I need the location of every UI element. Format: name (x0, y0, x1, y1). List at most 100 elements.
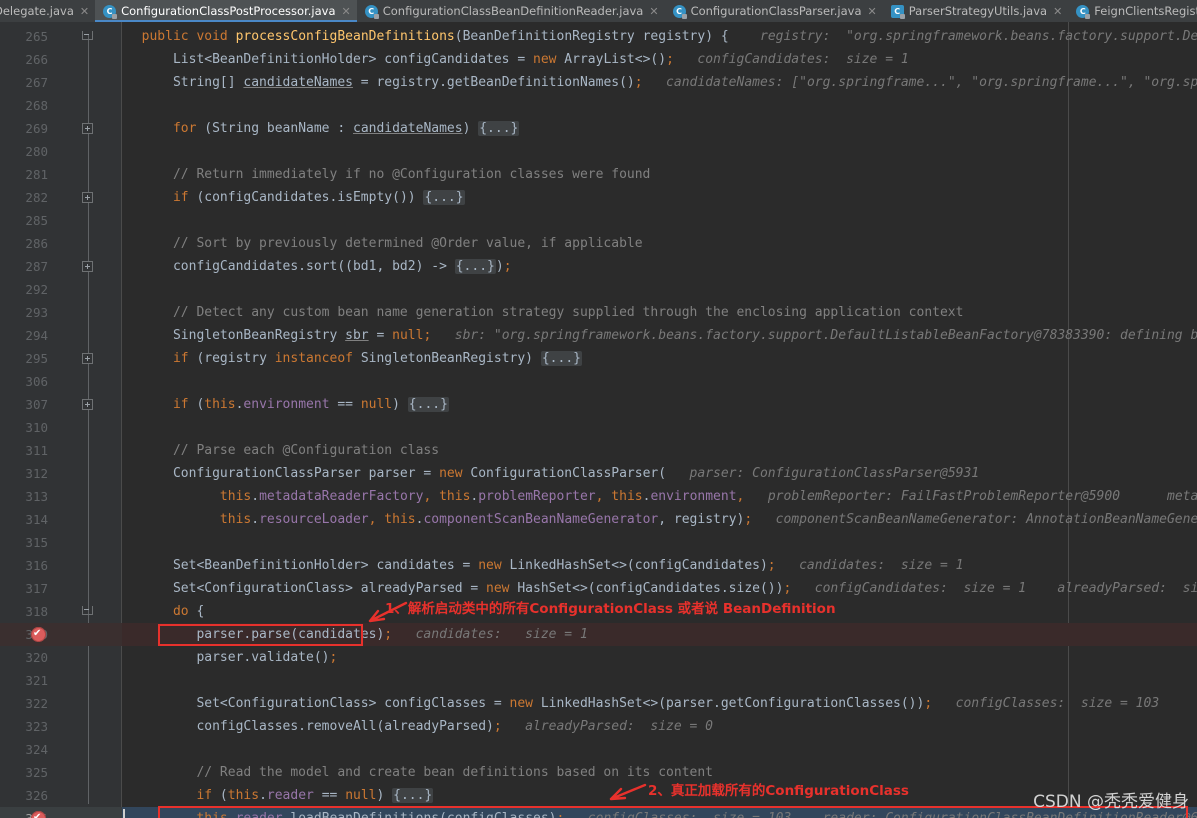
code-text[interactable]: ConfigurationClassParser parser = new Co… (126, 462, 979, 485)
code-text[interactable]: // Sort by previously determined @Order … (126, 232, 643, 255)
code-text[interactable]: configCandidates.sort((bd1, bd2) -> {...… (126, 255, 512, 278)
code-token-kw: null (392, 328, 424, 343)
tab-close-icon[interactable]: ✕ (342, 6, 351, 17)
code-line[interactable]: 294 SingletonBeanRegistry sbr = null; sb… (0, 324, 1197, 347)
code-line[interactable]: 280 (0, 140, 1197, 163)
fold-expand-icon[interactable] (82, 353, 93, 364)
line-number: 292 (25, 282, 48, 297)
code-line[interactable]: 314 this.resourceLoader, this.componentS… (0, 508, 1197, 531)
code-line[interactable]: 292 (0, 278, 1197, 301)
code-token-fld: metadataReaderFactory (259, 489, 424, 504)
code-line[interactable]: 313 this.metadataReaderFactory, this.pro… (0, 485, 1197, 508)
code-line[interactable]: 321 (0, 669, 1197, 692)
code-text[interactable]: do { (126, 600, 204, 623)
line-number: 320 (25, 650, 48, 665)
code-line[interactable]: 282 if (configCandidates.isEmpty()) {...… (0, 186, 1197, 209)
code-text[interactable]: // Detect any custom bean name generatio… (126, 301, 964, 324)
code-token-kw: new (509, 696, 533, 711)
code-token-pl: . (251, 489, 260, 504)
code-text[interactable]: if (registry instanceof SingletonBeanReg… (126, 347, 582, 370)
code-text[interactable]: List<BeanDefinitionHolder> configCandida… (126, 48, 909, 71)
code-text[interactable]: String[] candidateNames = registry.getBe… (126, 71, 1197, 94)
code-line[interactable]: 268 (0, 94, 1197, 117)
code-line[interactable]: 265 public void processConfigBeanDefinit… (0, 25, 1197, 48)
editor-tab-3[interactable]: C ConfigurationClassParser.java ✕ (664, 0, 883, 22)
fold-collapse-icon[interactable] (82, 606, 93, 617)
fold-expand-icon[interactable] (82, 123, 93, 134)
breakpoint-verified-icon[interactable] (31, 626, 46, 642)
code-text[interactable]: Set<BeanDefinitionHolder> candidates = n… (126, 554, 964, 577)
code-line[interactable]: 325 // Read the model and create bean de… (0, 761, 1197, 784)
code-line[interactable]: 316 Set<BeanDefinitionHolder> candidates… (0, 554, 1197, 577)
code-line[interactable]: 281 // Return immediately if no @Configu… (0, 163, 1197, 186)
code-text[interactable]: public void processConfigBeanDefinitions… (126, 25, 1197, 48)
code-line[interactable]: 315 (0, 531, 1197, 554)
code-line[interactable]: 293 // Detect any custom bean name gener… (0, 301, 1197, 324)
fold-expand-icon[interactable] (82, 399, 93, 410)
code-line[interactable]: 295 if (registry instanceof SingletonBea… (0, 347, 1197, 370)
code-line[interactable]: 267 String[] candidateNames = registry.g… (0, 71, 1197, 94)
code-text[interactable]: if (this.environment == null) {...} (126, 393, 449, 416)
code-text[interactable]: SingletonBeanRegistry sbr = null; sbr: "… (126, 324, 1197, 347)
code-text[interactable]: // Parse each @Configuration class (126, 439, 439, 462)
fold-collapse-icon[interactable] (82, 31, 93, 42)
code-token-kw: ; (744, 512, 753, 527)
code-token-pl: . (251, 512, 260, 527)
code-text[interactable]: if (this.reader == null) {...} (126, 784, 434, 807)
code-line[interactable]: 326 if (this.reader == null) {...} (0, 784, 1197, 807)
code-token-fld: componentScanBeanNameGenerator (423, 512, 659, 527)
code-text[interactable]: parser.parse(candidates); candidates: si… (126, 623, 588, 646)
code-line[interactable]: 312 ConfigurationClassParser parser = ne… (0, 462, 1197, 485)
code-line[interactable]: 269 for (String beanName : candidateName… (0, 117, 1197, 140)
code-token-kw: this (227, 788, 260, 803)
code-line[interactable]: 331 this.reader.loadBeanDefinitions(conf… (0, 807, 1197, 818)
fold-expand-icon[interactable] (82, 192, 93, 203)
fold-expand-icon[interactable] (82, 261, 93, 272)
code-line[interactable]: 310 (0, 416, 1197, 439)
editor-tab-bar[interactable]: Delegate.java ✕ C ConfigurationClassPostPro… (0, 0, 1197, 22)
code-line[interactable]: 311 // Parse each @Configuration class (0, 439, 1197, 462)
code-text[interactable]: // Return immediately if no @Configurati… (126, 163, 650, 186)
tab-close-icon[interactable]: ✕ (80, 6, 89, 17)
code-text[interactable]: this.resourceLoader, this.componentScanB… (126, 508, 1197, 531)
code-line[interactable]: 306 (0, 370, 1197, 393)
editor-tab-0[interactable]: Delegate.java ✕ (0, 0, 96, 22)
tab-close-icon[interactable]: ✕ (868, 6, 877, 17)
code-text[interactable]: configClasses.removeAll(alreadyParsed); … (126, 715, 713, 738)
line-number: 294 (25, 328, 48, 343)
tab-close-icon[interactable]: ✕ (1053, 6, 1062, 17)
code-text[interactable]: Set<ConfigurationClass> configClasses = … (126, 692, 1159, 715)
code-line[interactable]: 323 configClasses.removeAll(alreadyParse… (0, 715, 1197, 738)
code-line[interactable]: 286 // Sort by previously determined @Or… (0, 232, 1197, 255)
code-text[interactable]: // Read the model and create bean defini… (126, 761, 713, 784)
tab-close-icon[interactable]: ✕ (649, 6, 658, 17)
code-line[interactable]: 322 Set<ConfigurationClass> configClasse… (0, 692, 1197, 715)
editor-tab-2[interactable]: C ConfigurationClassBeanDefinitionReader.… (356, 0, 665, 22)
code-token-pl: ( (212, 788, 228, 803)
code-text[interactable]: if (configCandidates.isEmpty()) {...} (126, 186, 465, 209)
code-line[interactable]: 324 (0, 738, 1197, 761)
code-line[interactable]: 320 parser.validate(); (0, 646, 1197, 669)
line-number: 281 (25, 167, 48, 182)
code-token-fld: environment (650, 489, 737, 504)
editor-tab-label: ConfigurationClassParser.java (690, 4, 862, 18)
code-line[interactable]: 285 (0, 209, 1197, 232)
editor-tab-5[interactable]: CFeignClientsRegistrar.java✕ (1068, 0, 1197, 22)
code-token-kw: new (478, 558, 502, 573)
code-editor[interactable]: 265 public void processConfigBeanDefinit… (0, 22, 1197, 818)
code-line[interactable]: 287 configCandidates.sort((bd1, bd2) -> … (0, 255, 1197, 278)
code-token-pl: .loadBeanDefinitions(configClasses) (283, 811, 557, 818)
code-token-pl: = registry.getBeanDefinitionNames() (352, 75, 635, 90)
code-text[interactable]: parser.validate(); (126, 646, 337, 669)
code-text[interactable]: this.metadataReaderFactory, this.problem… (126, 485, 1197, 508)
code-token-kw: public (141, 29, 189, 44)
code-line[interactable]: 319 parser.parse(candidates); candidates… (0, 623, 1197, 646)
code-line[interactable]: 307 if (this.environment == null) {...} (0, 393, 1197, 416)
code-token-kw: new (533, 52, 557, 67)
code-line[interactable]: 266 List<BeanDefinitionHolder> configCan… (0, 48, 1197, 71)
code-text[interactable]: for (String beanName : candidateNames) {… (126, 117, 520, 140)
editor-tab-4[interactable]: C ParserStrategyUtils.java ✕ (882, 0, 1069, 22)
editor-tab-1[interactable]: C ConfigurationClassPostProcessor.java ✕ (95, 0, 357, 22)
code-token-hint: candidates: size = 1 (392, 627, 588, 642)
